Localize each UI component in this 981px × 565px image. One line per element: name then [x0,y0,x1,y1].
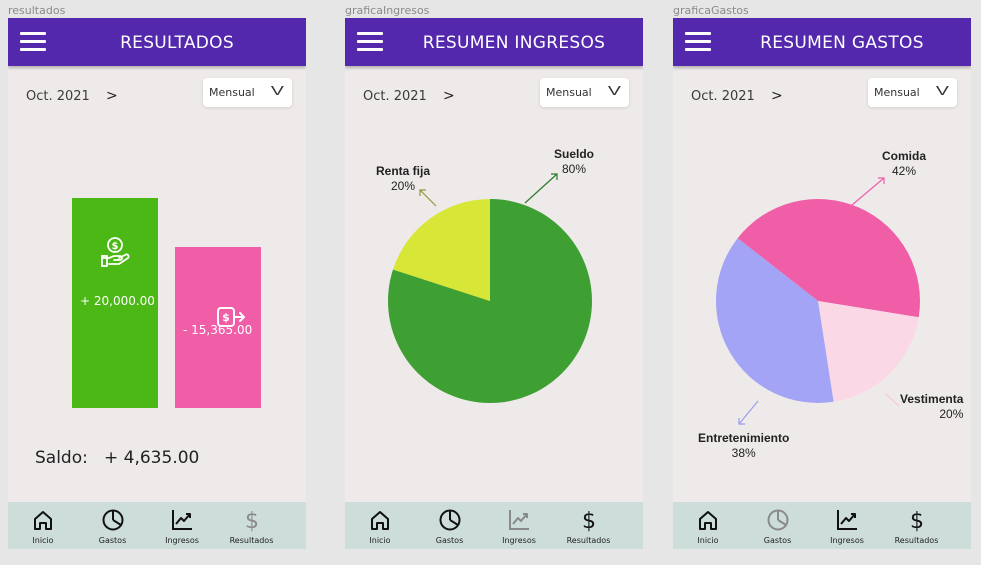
period-selector: Oct. 2021 > [691,88,783,104]
nav-label: Inicio [32,536,54,545]
app-bar: RESUMEN INGRESOS [345,18,643,66]
nav-label: Ingresos [502,536,536,545]
chevron-down-icon: V [936,83,950,98]
period-selector: Oct. 2021 > [26,88,118,104]
money-hand-icon: $ [101,237,130,267]
app-bar: RESULTADOS [8,18,306,66]
frequency-value: Mensual [209,86,255,99]
dollar-icon: $ [245,509,259,533]
nav-label: Resultados [229,536,274,545]
nav-label: Inicio [697,536,719,545]
chevron-down-icon: V [608,83,622,98]
svg-text:$: $ [222,311,230,324]
frequency-value: Mensual [546,86,592,99]
trend-chart-icon [172,510,192,530]
screen-resultados: RESULTADOS Oct. 2021 > Mensual V $ + 20,… [8,18,306,549]
nav-label: Resultados [894,536,939,545]
page-title: RESULTADOS [120,33,234,53]
period-selector: Oct. 2021 > [363,88,455,104]
nav-label: Inicio [369,536,391,545]
period-label: Oct. 2021 [26,89,90,104]
nav-label: Gastos [763,536,792,545]
dollar-icon: $ [582,509,596,533]
bottom-nav: Inicio Gastos Ingresos $ Resultados [345,502,643,549]
nav-item-gastos[interactable]: Gastos [415,502,485,549]
chevron-down-icon: V [271,83,285,98]
svg-text:$: $ [910,509,924,533]
next-period-button[interactable]: > [771,88,783,104]
nav-item-gastos[interactable]: Gastos [78,502,148,549]
pie-chart-icon [439,509,460,531]
nav-item-ingresos[interactable]: Ingresos [484,502,554,549]
slice-label-renta-fija: Renta fija 20% [376,164,431,193]
nav-label: Ingresos [830,536,864,545]
nav-label: Gastos [435,536,464,545]
nav-item-resultados[interactable]: $ Resultados [217,502,287,549]
nav-item-gastos[interactable]: Gastos [743,502,813,549]
svg-text:$: $ [112,241,119,252]
pie-chart-icon [767,509,788,531]
pie-chart-icon [102,509,123,531]
next-period-button[interactable]: > [443,88,455,104]
nav-item-resultados[interactable]: $ Resultados [882,502,952,549]
home-icon [699,511,717,530]
nav-item-ingresos[interactable]: Ingresos [147,502,217,549]
frame-label-graficaingresos: graficaIngresos [345,4,430,17]
frame-label-graficagastos: graficaGastos [673,4,749,17]
page-title: RESUMEN GASTOS [760,33,924,53]
slice-label-vestimenta: Vestimenta 20% [900,392,964,421]
bottom-nav: Inicio Gastos Ingresos $ Resultados [673,502,971,549]
hamburger-menu-icon[interactable] [357,32,383,52]
income-amount: + 20,000.00 [80,294,155,308]
period-label: Oct. 2021 [691,89,755,104]
frequency-dropdown[interactable]: Mensual V [868,78,957,107]
saldo-label: Saldo: [35,448,88,468]
pie-slice-vestimenta[interactable] [818,301,919,402]
home-icon [371,511,389,530]
screen-resumen-gastos: RESUMEN GASTOS Oct. 2021 > Mensual V Com… [673,18,971,549]
nav-item-inicio[interactable]: Inicio [673,502,743,549]
bottom-nav: Inicio Gastos Ingresos $ Resultados [8,502,306,549]
nav-item-inicio[interactable]: Inicio [345,502,415,549]
trend-chart-icon [837,510,857,530]
trend-chart-icon [509,510,529,530]
screen-resumen-ingresos: RESUMEN INGRESOS Oct. 2021 > Mensual V S… [345,18,643,549]
next-period-button[interactable]: > [106,88,118,104]
svg-text:$: $ [582,509,596,533]
hamburger-menu-icon[interactable] [685,32,711,52]
nav-item-ingresos[interactable]: Ingresos [812,502,882,549]
nav-label: Ingresos [165,536,199,545]
nav-label: Resultados [566,536,611,545]
slice-label-comida: Comida 42% [882,149,927,178]
frame-label-resultados: resultados [8,4,66,17]
nav-label: Gastos [98,536,127,545]
hamburger-menu-icon[interactable] [20,32,46,52]
page-title: RESUMEN INGRESOS [422,33,606,53]
money-out-icon: $ [217,307,245,327]
home-icon [34,511,52,530]
dollar-icon: $ [910,509,924,533]
slice-label-sueldo: Sueldo 80% [554,147,595,176]
frequency-value: Mensual [874,86,920,99]
nav-item-inicio[interactable]: Inicio [8,502,78,549]
saldo-value: + 4,635.00 [104,448,200,468]
nav-item-resultados[interactable]: $ Resultados [554,502,624,549]
app-bar: RESUMEN GASTOS [673,18,971,66]
frequency-dropdown[interactable]: Mensual V [540,78,629,107]
svg-text:$: $ [245,509,259,533]
frequency-dropdown[interactable]: Mensual V [203,78,292,107]
period-label: Oct. 2021 [363,89,427,104]
slice-label-entretenimiento: Entretenimiento 38% [698,431,790,460]
